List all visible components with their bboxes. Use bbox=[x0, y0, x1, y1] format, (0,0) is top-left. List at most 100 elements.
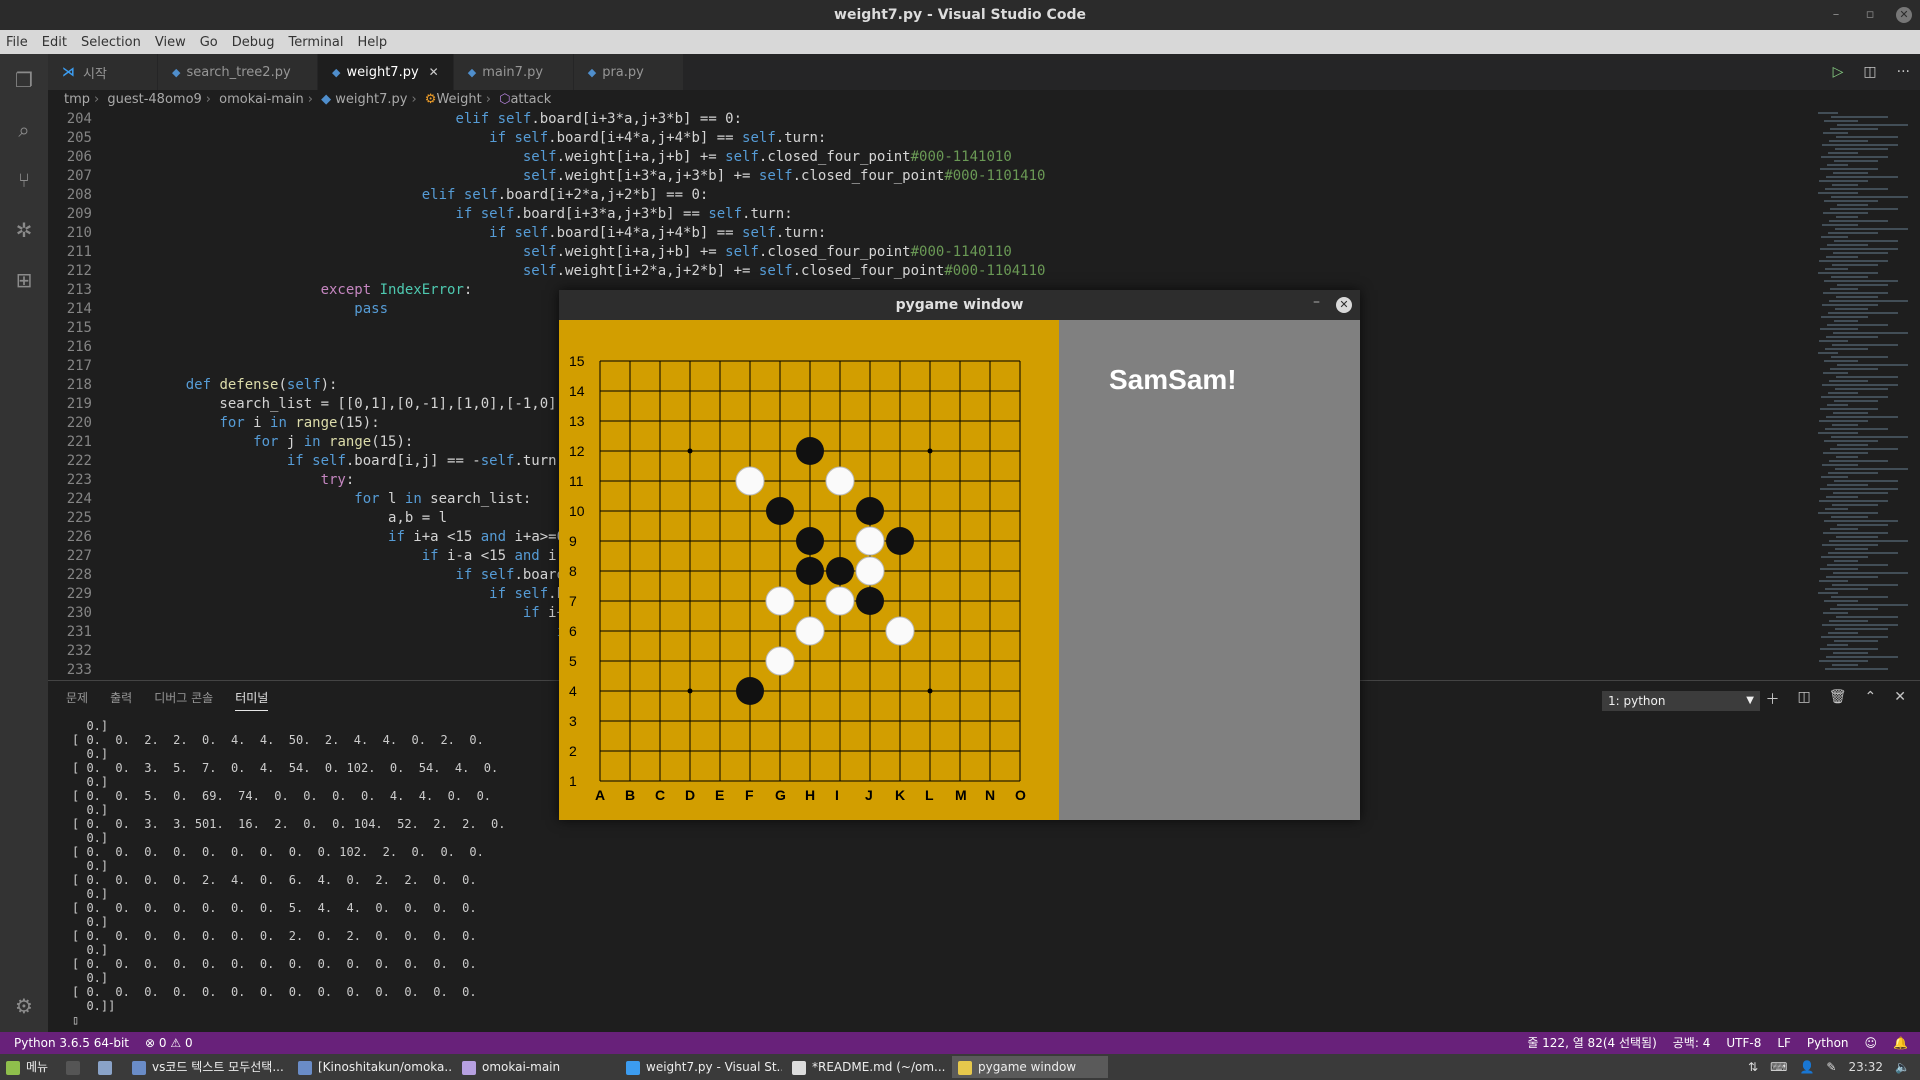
taskbar-item-label: [Kinoshitakun/omoka... bbox=[318, 1060, 452, 1074]
minimap[interactable] bbox=[1808, 110, 1908, 680]
breadcrumb-item[interactable]: guest-48omo9 bbox=[107, 92, 201, 107]
encoding[interactable]: UTF-8 bbox=[1726, 1032, 1761, 1054]
menu-help[interactable]: Help bbox=[357, 35, 387, 50]
close-tab-icon[interactable]: ✕ bbox=[429, 65, 439, 79]
trash-icon[interactable]: 🗑 bbox=[1829, 689, 1847, 709]
code-line[interactable]: 210 if self.board[i+4*a,j+4*b] == self.t… bbox=[48, 224, 1848, 243]
code-line[interactable]: 206 self.weight[i+a,j+b] += self.closed_… bbox=[48, 148, 1848, 167]
explorer-icon[interactable]: ❐ bbox=[12, 68, 36, 92]
breadcrumb-item[interactable]: omokai-main bbox=[219, 92, 304, 107]
column-label: E bbox=[715, 787, 724, 803]
close-icon[interactable]: ✕ bbox=[1336, 297, 1352, 313]
line-number: 221 bbox=[66, 434, 92, 450]
code-line[interactable]: 212 self.weight[i+2*a,j+2*b] += self.clo… bbox=[48, 262, 1848, 281]
tab-debug-console[interactable]: 디버그 콘솔 bbox=[154, 689, 213, 711]
column-label: L bbox=[925, 787, 934, 803]
line-number: 214 bbox=[66, 301, 92, 317]
tab-main7[interactable]: ◆ main7.py bbox=[453, 54, 574, 90]
code-line[interactable]: 208 elif self.board[i+2*a,j+2*b] == 0: bbox=[48, 186, 1848, 205]
code-line[interactable]: 204 elif self.board[i+3*a,j+3*b] == 0: bbox=[48, 110, 1848, 129]
tab-weight7[interactable]: ◆ weight7.py ✕ bbox=[318, 54, 454, 90]
extensions-icon[interactable]: ⊞ bbox=[12, 268, 36, 292]
taskbar-item[interactable]: *README.md (~/om... bbox=[786, 1056, 948, 1078]
maximize-panel-icon[interactable]: ⌃ bbox=[1865, 689, 1877, 709]
tab-output[interactable]: 출력 bbox=[110, 689, 132, 711]
feedback-icon[interactable]: ☺ bbox=[1865, 1032, 1878, 1054]
pygame-icon bbox=[958, 1060, 972, 1075]
close-panel-icon[interactable]: ✕ bbox=[1894, 689, 1906, 709]
column-label: A bbox=[595, 787, 605, 803]
clock[interactable]: 23:32 bbox=[1848, 1060, 1883, 1074]
more-actions-icon[interactable]: ··· bbox=[1897, 64, 1910, 80]
terminal-launcher[interactable] bbox=[60, 1056, 82, 1078]
taskbar-item[interactable]: pygame window bbox=[952, 1056, 1108, 1078]
breadcrumb-item[interactable]: Weight bbox=[436, 92, 481, 107]
tab-pra[interactable]: ◆ pra.py bbox=[573, 54, 684, 90]
language-mode[interactable]: Python bbox=[1807, 1032, 1849, 1054]
eol[interactable]: LF bbox=[1777, 1032, 1791, 1054]
source-control-icon[interactable]: ⑂ bbox=[12, 168, 36, 192]
terminal-select[interactable]: 1: python ▼ bbox=[1602, 691, 1760, 711]
close-icon[interactable]: ✕ bbox=[1896, 7, 1912, 23]
bell-icon[interactable]: 🔔 bbox=[1893, 1032, 1908, 1054]
user-icon[interactable]: 👤 bbox=[1799, 1060, 1814, 1074]
taskbar-item[interactable]: vs코드 텍스트 모두선택... bbox=[126, 1056, 288, 1078]
network-icon[interactable]: ⇅ bbox=[1748, 1060, 1758, 1074]
split-terminal-icon[interactable]: ◫ bbox=[1798, 689, 1811, 709]
tab-search-tree2[interactable]: ◆ search_tree2.py bbox=[158, 54, 318, 90]
white-stone bbox=[735, 466, 765, 496]
line-number: 213 bbox=[66, 282, 92, 298]
keyboard-icon[interactable]: ⌨ bbox=[1770, 1060, 1787, 1074]
tab-terminal[interactable]: 터미널 bbox=[235, 689, 269, 711]
python-interpreter[interactable]: Python 3.6.5 64-bit bbox=[14, 1032, 129, 1054]
white-stone bbox=[825, 586, 855, 616]
breadcrumb-item[interactable]: tmp bbox=[64, 92, 90, 107]
taskbar-item[interactable]: [Kinoshitakun/omoka... bbox=[292, 1056, 452, 1078]
omok-board[interactable]: 1 2 3 4 5 6 7 8 9 10 11 12 13 14 15 A B C D E F G H I J K L M N O bbox=[559, 320, 1059, 820]
volume-icon[interactable]: 🔈 bbox=[1895, 1060, 1910, 1074]
minimize-icon[interactable]: – bbox=[1828, 0, 1844, 30]
code-line[interactable]: 211 self.weight[i+a,j+b] += self.closed_… bbox=[48, 243, 1848, 262]
breadcrumb-item[interactable]: weight7.py bbox=[335, 92, 407, 107]
black-stone bbox=[856, 587, 884, 615]
tab-welcome[interactable]: ⋊ 시작 bbox=[48, 54, 158, 90]
indentation[interactable]: 공백: 4 bbox=[1673, 1032, 1711, 1054]
menu-go[interactable]: Go bbox=[200, 35, 218, 50]
breadcrumb-item[interactable]: attack bbox=[510, 92, 551, 107]
line-number: 206 bbox=[66, 149, 92, 165]
column-label: N bbox=[985, 787, 995, 803]
tab-problems[interactable]: 문제 bbox=[66, 689, 88, 711]
code-line[interactable]: 209 if self.board[i+3*a,j+3*b] == self.t… bbox=[48, 205, 1848, 224]
pygame-titlebar: pygame window bbox=[559, 290, 1360, 320]
menu-view[interactable]: View bbox=[155, 35, 186, 50]
files-launcher[interactable] bbox=[92, 1056, 114, 1078]
board-grid[interactable]: 123456789101112131415A B C D E F G H I J K L M N O bbox=[559, 320, 1059, 820]
tab-label: pra.py bbox=[602, 64, 644, 80]
pygame-window[interactable]: pygame window – ✕ 1 2 3 4 5 6 7 8 9 10 11 12 13 14 15 A… bbox=[559, 290, 1360, 820]
gear-icon[interactable]: ⚙ bbox=[12, 994, 36, 1018]
new-terminal-icon[interactable]: ＋ bbox=[1766, 689, 1780, 709]
menu-terminal[interactable]: Terminal bbox=[289, 35, 344, 50]
pen-icon[interactable]: ✎ bbox=[1826, 1060, 1836, 1074]
black-stone bbox=[856, 497, 884, 525]
code-line[interactable]: 207 self.weight[i+3*a,j+3*b] += self.clo… bbox=[48, 167, 1848, 186]
search-icon[interactable]: ⌕ bbox=[12, 118, 36, 142]
line-number: 222 bbox=[66, 453, 92, 469]
menu-file[interactable]: File bbox=[6, 35, 28, 50]
menu-debug[interactable]: Debug bbox=[232, 35, 275, 50]
restore-icon[interactable]: ▫ bbox=[1862, 0, 1878, 30]
terminal-output[interactable]: 0.][ 0. 0. 2. 2. 0. 4. 4. 50. 2. 4. 4. 0… bbox=[72, 719, 505, 1027]
taskbar-item[interactable]: omokai-main bbox=[456, 1056, 614, 1078]
cursor-position[interactable]: 줄 122, 열 82(4 선택됨) bbox=[1527, 1032, 1656, 1054]
problems-indicator[interactable]: ⊗ 0 ⚠ 0 bbox=[145, 1032, 193, 1054]
menu-selection[interactable]: Selection bbox=[81, 35, 141, 50]
breadcrumb: tmp › guest-48omo9 › omokai-main › ◆ weight… bbox=[48, 90, 1920, 110]
run-icon[interactable]: ▷ bbox=[1833, 64, 1844, 80]
menu-edit[interactable]: Edit bbox=[42, 35, 67, 50]
start-menu-button[interactable]: 메뉴 bbox=[0, 1056, 56, 1078]
taskbar-item[interactable]: weight7.py - Visual St... bbox=[620, 1056, 782, 1078]
minimize-icon[interactable]: – bbox=[1313, 294, 1320, 310]
debug-icon[interactable]: ✲ bbox=[12, 218, 36, 242]
split-editor-icon[interactable]: ◫ bbox=[1863, 64, 1876, 80]
code-line[interactable]: 205 if self.board[i+4*a,j+4*b] == self.t… bbox=[48, 129, 1848, 148]
